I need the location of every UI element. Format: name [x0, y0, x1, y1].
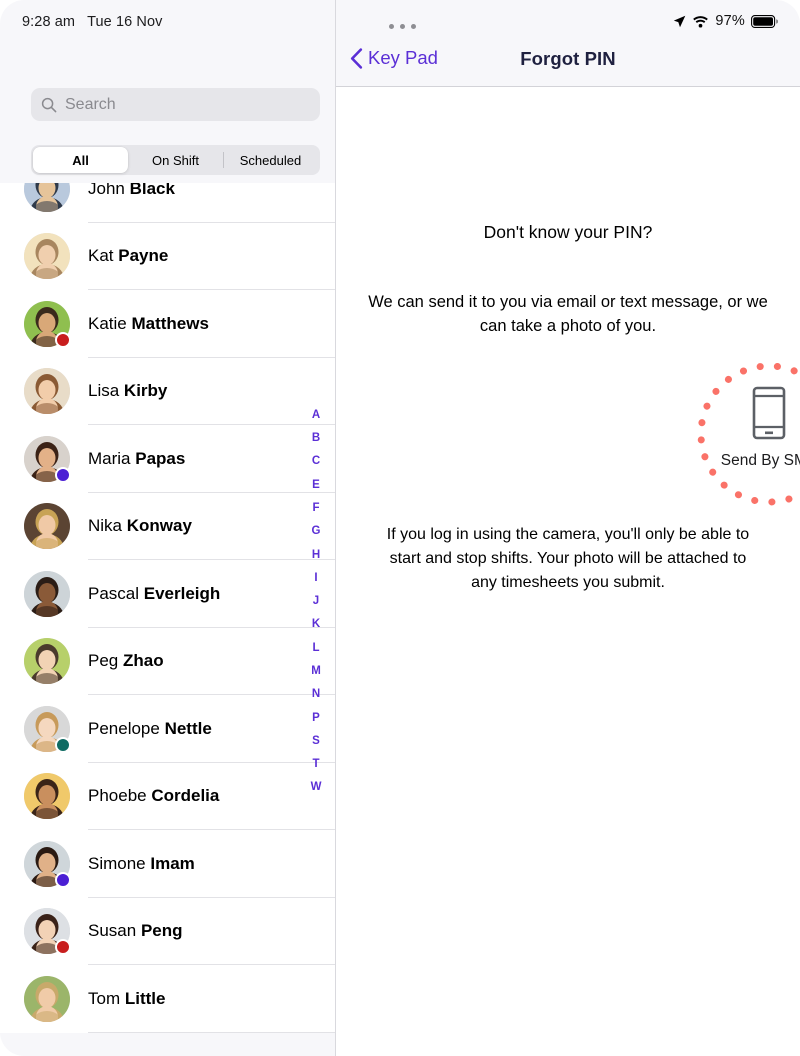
search-input[interactable]	[65, 95, 310, 114]
tab-scheduled-label: Scheduled	[239, 152, 302, 168]
question-heading: Don't know your PIN?	[483, 222, 653, 242]
avatar	[24, 840, 71, 888]
tab-all[interactable]: All	[33, 147, 128, 173]
alphabet-index-letter[interactable]: A	[312, 404, 320, 427]
list-item-name: Penelope Nettle	[88, 718, 212, 738]
people-list-inner: John Black Kat Payne Katie Matthews Lisa Ki…	[0, 183, 335, 1033]
search-bar	[31, 88, 320, 121]
multitask-dot	[389, 24, 394, 29]
avatar	[24, 705, 71, 753]
avatar	[24, 435, 71, 483]
send-by-sms-label: Send By SMS	[720, 452, 800, 469]
list-item[interactable]: John Black	[0, 183, 335, 223]
alphabet-index-letter[interactable]: N	[312, 683, 320, 706]
list-item-name: Simone Imam	[88, 853, 195, 873]
alphabet-index-letter[interactable]: W	[311, 777, 322, 800]
status-badge	[55, 331, 71, 348]
list-item[interactable]: Tom Little	[0, 965, 335, 1033]
tab-on-shift-label: On Shift	[152, 152, 199, 168]
tab-scheduled[interactable]: Scheduled	[223, 147, 318, 173]
navigation-bar: Key Pad Forgot PIN	[336, 0, 800, 87]
alphabet-index-letter[interactable]: P	[312, 707, 320, 730]
list-item-name: Phoebe Cordelia	[88, 786, 220, 806]
avatar	[24, 368, 70, 415]
status-badge	[55, 736, 71, 753]
alphabet-index-letter[interactable]: H	[312, 544, 320, 567]
ipad-screen: 9:28 am Tue 16 Nov 97% Search All On Shi…	[0, 0, 800, 1056]
multitask-dot	[400, 24, 405, 29]
list-item[interactable]: Pascal Everleigh	[0, 560, 335, 628]
avatar-photo	[24, 975, 70, 1022]
list-item-name: John Black	[88, 183, 175, 198]
list-item[interactable]: Susan Peng	[0, 897, 335, 965]
avatar	[24, 908, 71, 956]
recovery-options: Send By SMS Send By Email	[336, 359, 800, 509]
tab-on-shift[interactable]: On Shift	[128, 147, 223, 173]
list-item[interactable]: Peg Zhao	[0, 627, 335, 695]
list-item[interactable]: Katie Matthews	[0, 290, 335, 358]
alphabet-index-letter[interactable]: I	[314, 567, 317, 590]
list-item[interactable]: Simone Imam	[0, 830, 335, 898]
list-item-name: Peg Zhao	[88, 651, 164, 671]
multitask-dot	[411, 24, 416, 29]
avatar-photo	[24, 183, 70, 212]
list-item[interactable]: Phoebe Cordelia	[0, 762, 335, 830]
list-item[interactable]: Penelope Nettle	[0, 695, 335, 763]
alphabet-index-letter[interactable]: J	[313, 590, 319, 613]
page-title: Forgot PIN	[520, 48, 616, 69]
list-item-name: Lisa Kirby	[88, 381, 168, 401]
avatar-photo	[24, 638, 70, 685]
list-item-name: Katie Matthews	[88, 313, 209, 333]
avatar-photo	[24, 570, 70, 617]
avatar	[24, 773, 70, 820]
camera-footnote: If you log in using the camera, you'll o…	[386, 526, 750, 591]
alphabet-index-letter[interactable]: B	[312, 427, 320, 450]
sidebar: All On Shift Scheduled John Black Kat Pay…	[0, 0, 336, 1056]
alphabet-index[interactable]: ABCEFGHIJKLMNPSTW	[305, 404, 327, 800]
avatar	[24, 300, 71, 348]
send-by-sms-option[interactable]: Send By SMS	[694, 359, 800, 509]
forgot-pin-content: Don't know your PIN? We can send it to y…	[336, 87, 800, 1056]
search-icon	[41, 97, 57, 112]
alphabet-index-letter[interactable]: T	[312, 753, 319, 776]
avatar-photo	[24, 368, 70, 415]
main-panel: Key Pad Forgot PIN Don't know your PIN? …	[336, 0, 800, 1056]
alphabet-index-letter[interactable]: F	[312, 497, 319, 520]
avatar	[24, 975, 70, 1022]
avatar	[24, 638, 70, 685]
alphabet-index-letter[interactable]: L	[312, 637, 319, 660]
avatar-photo	[24, 233, 70, 280]
avatar	[24, 570, 70, 617]
status-badge	[55, 871, 71, 888]
search-field[interactable]	[31, 88, 320, 121]
tab-all-label: All	[72, 152, 89, 168]
alphabet-index-letter[interactable]: E	[312, 474, 320, 497]
list-item[interactable]: Maria Papas	[0, 425, 335, 493]
question-subtitle: We can send it to you via email or text …	[368, 293, 768, 335]
list-item-name: Pascal Everleigh	[88, 583, 221, 603]
list-item[interactable]: Kat Payne	[0, 222, 335, 290]
alphabet-index-letter[interactable]: G	[312, 520, 321, 543]
status-badge	[55, 466, 71, 483]
avatar	[24, 183, 70, 212]
phone-icon	[694, 384, 800, 442]
list-item[interactable]: Nika Konway	[0, 492, 335, 560]
alphabet-index-letter[interactable]: M	[311, 660, 321, 683]
avatar-photo	[24, 773, 70, 820]
avatar	[24, 233, 70, 280]
list-item-name: Susan Peng	[88, 921, 183, 941]
avatar-photo	[24, 503, 70, 550]
people-list[interactable]: John Black Kat Payne Katie Matthews Lisa Ki…	[0, 183, 335, 1056]
multitask-dots-icon[interactable]	[389, 24, 416, 29]
list-item-name: Tom Little	[88, 988, 166, 1008]
alphabet-index-letter[interactable]: S	[312, 730, 320, 753]
list-item-name: Nika Konway	[88, 516, 192, 536]
filter-segmented-control[interactable]: All On Shift Scheduled	[31, 145, 320, 175]
alphabet-index-letter[interactable]: K	[312, 614, 320, 637]
avatar	[24, 503, 70, 550]
list-item-name: Kat Payne	[88, 246, 169, 266]
list-item[interactable]: Lisa Kirby	[0, 357, 335, 425]
list-item-name: Maria Papas	[88, 448, 186, 468]
alphabet-index-letter[interactable]: C	[312, 451, 320, 474]
